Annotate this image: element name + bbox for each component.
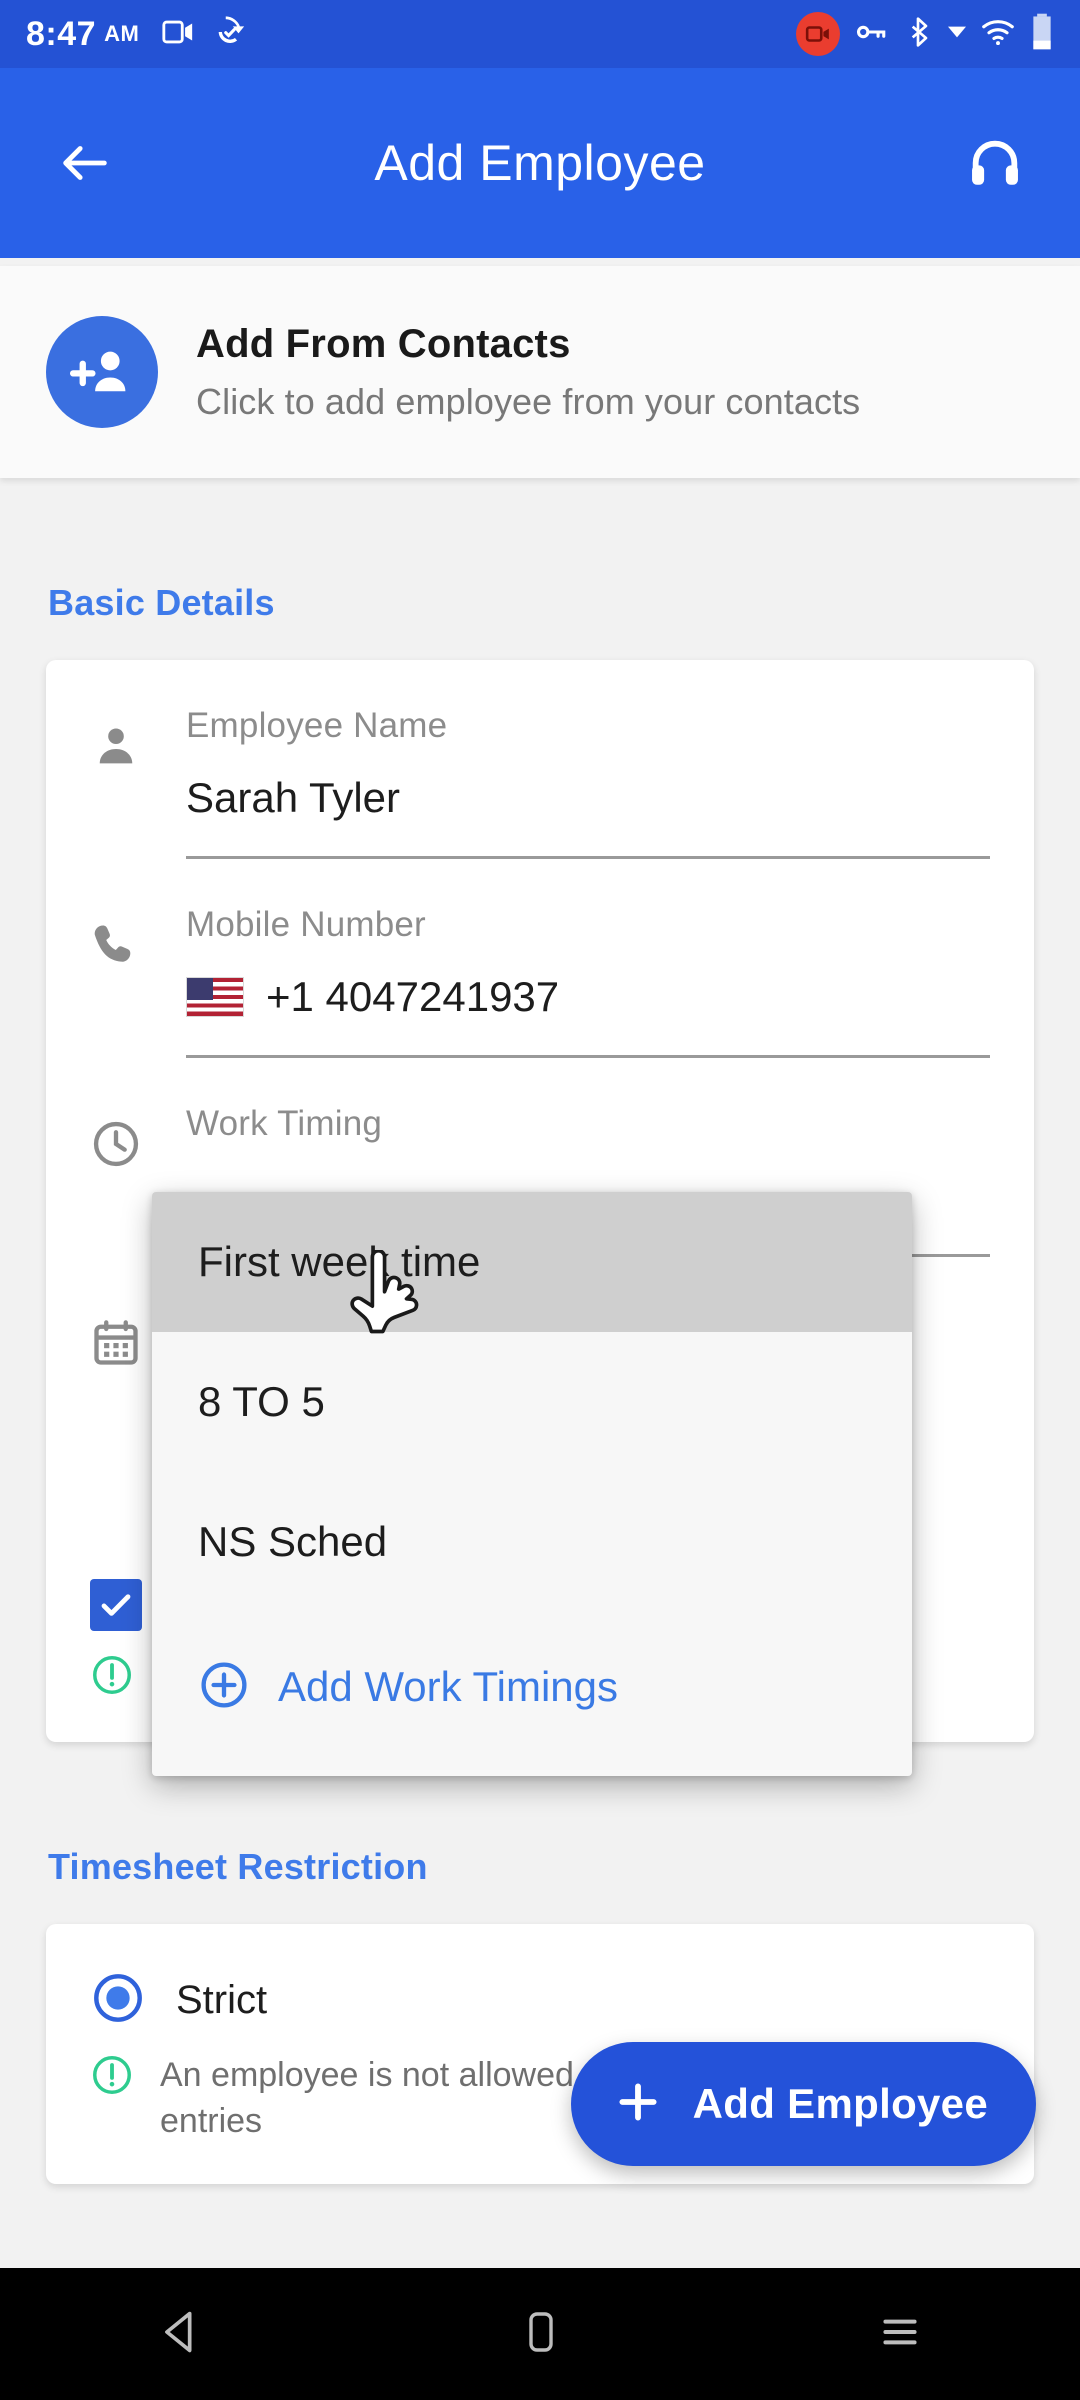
dropdown-add-work-timings[interactable]: Add Work Timings	[152, 1612, 912, 1762]
add-from-contacts-banner[interactable]: Add From Contacts Click to add employee …	[0, 266, 1080, 478]
android-nav-bar	[0, 2268, 1080, 2400]
screen-record-icon	[796, 12, 840, 56]
vpn-key-icon	[854, 15, 888, 54]
pointing-hand-cursor	[348, 1248, 426, 1359]
screen-cast-icon	[161, 15, 195, 54]
wifi-icon	[980, 14, 1016, 55]
checkbox-checked-icon[interactable]	[90, 1579, 142, 1631]
info-icon	[90, 2053, 134, 2102]
battery-icon	[1030, 13, 1054, 56]
back-arrow-icon[interactable]	[56, 134, 114, 192]
mobile-number-value: +1 4047241937	[266, 973, 560, 1020]
add-from-contacts-subtitle: Click to add employee from your contacts	[196, 380, 861, 422]
circle-plus-icon	[198, 1659, 250, 1716]
add-employee-fab[interactable]: Add Employee	[570, 2042, 1036, 2166]
phone-icon	[90, 905, 186, 1058]
section-timesheet-restriction: Timesheet Restriction	[48, 1846, 428, 1887]
employee-name-underline	[186, 856, 990, 859]
employee-name-label: Employee Name	[186, 706, 448, 745]
mobile-number-value-row[interactable]: +1 4047241937	[186, 973, 990, 1021]
status-bar-ampm: AM	[104, 21, 140, 46]
status-bar-clock: 8:47	[26, 14, 97, 53]
info-icon	[90, 1653, 134, 1702]
bluetooth-icon	[902, 16, 934, 53]
nav-home-icon[interactable]	[517, 2308, 565, 2361]
plus-icon	[613, 2077, 663, 2132]
work-timing-dropdown[interactable]: First week time 8 TO 5 NS Sched Add Work…	[152, 1192, 912, 1776]
nav-back-icon[interactable]	[155, 2306, 207, 2363]
strict-option-label: Strict	[176, 1978, 268, 2022]
dropdown-option-first-week-time[interactable]: First week time	[152, 1192, 912, 1332]
add-work-timings-label: Add Work Timings	[278, 1663, 618, 1710]
dropdown-arrow-icon	[948, 23, 966, 46]
dropdown-option-8-to-5[interactable]: 8 TO 5	[152, 1332, 912, 1472]
add-employee-fab-label: Add Employee	[692, 2080, 988, 2127]
dropdown-option-ns-sched[interactable]: NS Sched	[152, 1472, 912, 1612]
us-flag-icon	[186, 977, 244, 1017]
add-from-contacts-title: Add From Contacts	[196, 321, 571, 366]
mobile-number-field[interactable]: Mobile Number +1 4047241937	[46, 859, 1034, 1058]
app-bar: Add Employee	[0, 68, 1080, 258]
employee-name-field[interactable]: Employee Name Sarah Tyler	[46, 660, 1034, 859]
phone-screen: 8:47 AM Add Employee Add From Contacts C…	[0, 0, 1080, 2400]
strict-option-row[interactable]: Strict	[46, 1924, 1034, 2031]
mobile-number-label: Mobile Number	[186, 905, 426, 944]
nav-recents-icon[interactable]	[875, 2307, 925, 2362]
radio-selected-icon[interactable]	[90, 1970, 146, 2031]
status-bar: 8:47 AM	[0, 0, 1080, 68]
person-add-icon	[46, 316, 158, 428]
mobile-number-underline	[186, 1055, 990, 1058]
employee-name-value[interactable]: Sarah Tyler	[186, 774, 990, 822]
headset-icon[interactable]	[966, 134, 1024, 192]
page-title: Add Employee	[374, 135, 706, 191]
work-timing-label: Work Timing	[186, 1104, 383, 1143]
person-icon	[90, 706, 186, 859]
sync-check-icon	[213, 15, 247, 54]
section-basic-details: Basic Details	[48, 582, 275, 623]
